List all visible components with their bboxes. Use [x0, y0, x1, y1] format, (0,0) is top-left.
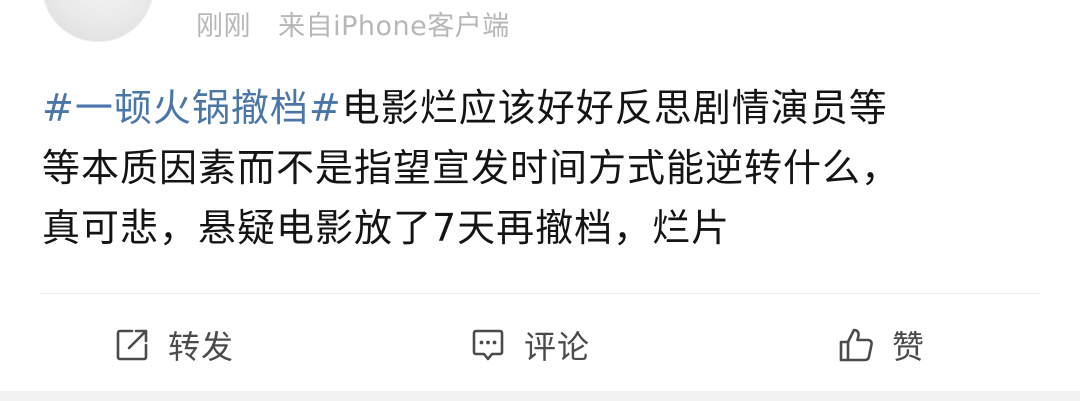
post-line-2: 等本质因素而不是指望宣发时间方式能逆转什么，: [42, 146, 901, 190]
post-meta: 刚刚 来自iPhone客户端: [196, 4, 510, 43]
repost-icon: [112, 325, 152, 365]
like-button[interactable]: 赞: [836, 310, 925, 380]
post-text-line-1: 电影烂应该好好反思剧情演员等: [341, 86, 888, 130]
repost-button[interactable]: 转发: [112, 310, 234, 380]
like-label: 赞: [892, 328, 926, 366]
comment-label: 评论: [524, 328, 591, 366]
avatar[interactable]: [42, 0, 154, 42]
comment-icon: [468, 325, 508, 365]
repost-label: 转发: [168, 328, 235, 366]
divider: [40, 293, 1040, 294]
hashtag-link[interactable]: #一顿火锅撤档#: [42, 86, 342, 130]
post-source: 来自iPhone客户端: [278, 11, 510, 42]
post-line-3: 真可悲，悬疑电影放了7天再撤档，烂片: [42, 206, 731, 250]
post-time: 刚刚: [196, 11, 251, 42]
bottom-separator: [0, 391, 1080, 401]
post-body: #一顿火锅撤档#电影烂应该好好反思剧情演员等 等本质因素而不是指望宣发时间方式能…: [42, 78, 1032, 258]
like-icon: [836, 325, 876, 365]
action-bar: 转发 评论 赞: [0, 310, 1080, 380]
comment-button[interactable]: 评论: [468, 310, 590, 380]
post-line-1: #一顿火锅撤档#电影烂应该好好反思剧情演员等: [42, 78, 1032, 138]
